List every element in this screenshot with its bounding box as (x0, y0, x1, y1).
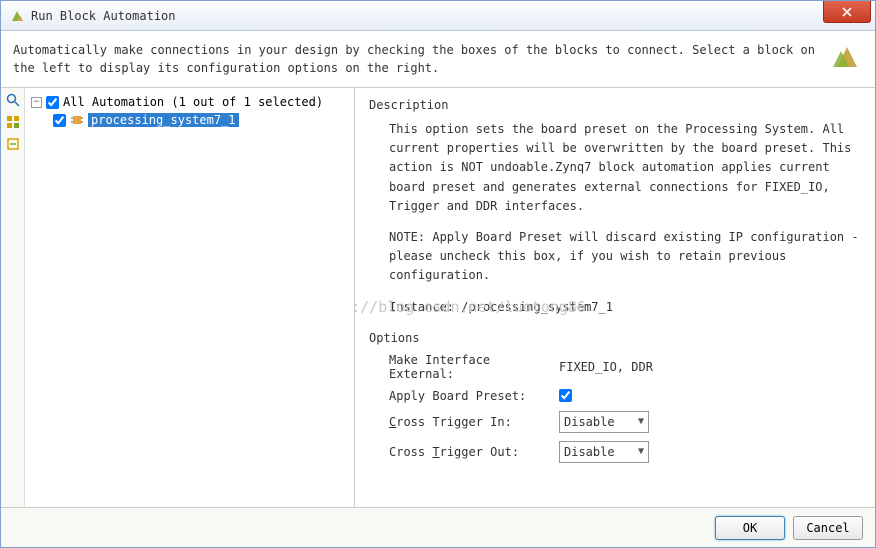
option-cross-trigger-out: Cross Trigger Out: Disable ▼ (389, 441, 861, 463)
cross-trigger-out-value: Disable (564, 445, 615, 459)
tree-collapse-icon[interactable]: − (31, 97, 42, 108)
description-body: This option sets the board preset on the… (389, 120, 861, 317)
description-instance: Instance: /processing_system7_1 (389, 298, 861, 317)
tree-root-checkbox[interactable] (46, 96, 59, 109)
cross-trigger-out-combo[interactable]: Disable ▼ (559, 441, 649, 463)
config-panel: http://blog.csdn.net/luotong86 Descripti… (355, 88, 875, 507)
chevron-down-icon: ▼ (638, 446, 644, 457)
cross-trigger-in-combo[interactable]: Disable ▼ (559, 411, 649, 433)
tree-root-label: All Automation (1 out of 1 selected) (63, 95, 323, 109)
apply-preset-checkbox[interactable] (559, 389, 572, 402)
close-button[interactable] (823, 1, 871, 23)
collapse-all-icon[interactable] (5, 136, 21, 152)
cancel-button[interactable]: Cancel (793, 516, 863, 540)
apply-preset-label: Apply Board Preset: (389, 389, 559, 403)
intro-area: Automatically make connections in your d… (1, 31, 875, 87)
ok-button[interactable]: OK (715, 516, 785, 540)
options-section: Options Make Interface External: FIXED_I… (369, 331, 861, 463)
option-cross-trigger-in: Cross Trigger In: Disable ▼ (389, 411, 861, 433)
search-icon[interactable] (5, 92, 21, 108)
dialog-window: Run Block Automation Automatically make … (0, 0, 876, 548)
tree-panel: − All Automation (1 out of 1 selected) p… (25, 88, 355, 507)
expand-all-icon[interactable] (5, 114, 21, 130)
content-area: − All Automation (1 out of 1 selected) p… (1, 87, 875, 507)
tree-child-item[interactable]: processing_system7_1 (51, 112, 350, 128)
cross-trigger-out-label: Cross Trigger Out: (389, 445, 559, 459)
tree-child-checkbox[interactable] (53, 114, 66, 127)
intro-text: Automatically make connections in your d… (13, 41, 821, 77)
tree-toolbar (1, 88, 25, 507)
make-interface-label: Make Interface External: (389, 353, 559, 381)
option-make-interface: Make Interface External: FIXED_IO, DDR (389, 353, 861, 381)
option-apply-preset: Apply Board Preset: (389, 389, 861, 403)
titlebar[interactable]: Run Block Automation (1, 1, 875, 31)
vivado-logo-icon (831, 41, 863, 73)
chevron-down-icon: ▼ (638, 416, 644, 427)
description-p1: This option sets the board preset on the… (389, 120, 861, 216)
description-heading: Description (369, 98, 861, 112)
make-interface-value: FIXED_IO, DDR (559, 360, 653, 374)
window-title: Run Block Automation (31, 9, 176, 23)
close-icon (842, 7, 852, 17)
options-heading: Options (369, 331, 861, 345)
dialog-footer: OK Cancel (1, 507, 875, 547)
cross-trigger-in-label: Cross Trigger In: (389, 415, 559, 429)
description-p2: NOTE: Apply Board Preset will discard ex… (389, 228, 861, 286)
ip-block-icon (70, 113, 84, 127)
tree-root-item[interactable]: − All Automation (1 out of 1 selected) (29, 94, 350, 110)
cross-trigger-in-value: Disable (564, 415, 615, 429)
app-icon (9, 8, 25, 24)
tree-child-label: processing_system7_1 (88, 113, 239, 127)
